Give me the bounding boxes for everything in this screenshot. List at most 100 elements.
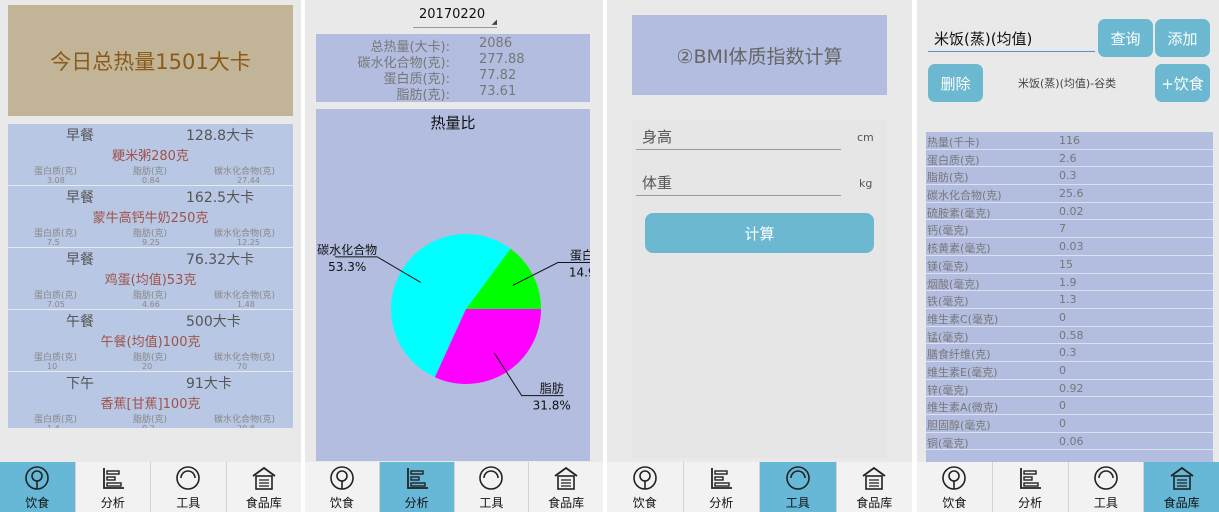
nutrient-name: 碳水化合物(克) [927,189,1002,203]
meal-food: 蒙牛高钙牛奶250克 [92,211,209,226]
date-value: 20170220 [419,7,486,22]
query-button[interactable]: 查询 [1098,19,1153,57]
food-library-icon [252,466,276,490]
protein-value: 1.4 [47,424,60,428]
pie-slice-label: 碳水化合物 [317,242,377,257]
food-search-input[interactable]: 米饭(蒸)(均值) [928,20,1095,52]
nutrient-name: 热量(千卡) [927,136,980,149]
nutrient-name: 核黄素(毫克) [927,242,991,256]
nav-label: 食品库 [245,496,282,510]
nutrient-row: 维生素C(毫克) 0 [926,309,1213,327]
nutrient-value: 0 [1059,417,1066,430]
fat-value: 20 [142,362,153,371]
analysis-screen: 20170220 ◢ 总热量(大卡): 2086 碳水化合物(克): 277.88 蛋白… [305,0,603,512]
pie-slice-percent: 31.8% [533,399,571,413]
nav-tab-tools[interactable]: 工具 [1069,462,1145,512]
nav-label: 分析 [1018,496,1043,510]
nutrient-row: 胆固醇(毫克) 0 [926,415,1213,433]
nav-tab-food-library[interactable]: 食品库 [1144,462,1219,512]
nav-tab-analysis[interactable]: 分析 [379,462,455,512]
nutrient-name: 膳食纤维(克) [927,348,991,362]
nav-tab-tools[interactable]: 工具 [760,462,837,512]
pie-slice-percent: 14.9% [569,266,590,280]
food-category-label: 米饭(蒸)(均值)-谷类 [1018,77,1117,90]
nav-tab-tools[interactable]: 工具 [151,462,227,512]
tools-icon [479,466,504,490]
meal-food: 午餐(均值)100克 [100,335,201,350]
nutrient-row: 硫胺素(毫克) 0.02 [926,203,1213,221]
nutrient-row: 镁(毫克) 15 [926,256,1213,274]
weight-input[interactable]: 体重 [636,166,841,196]
carbs-value: 12.25 [237,238,260,247]
nutrient-row: 膳食纤维(克) 0.3 [926,344,1213,362]
meal-item[interactable]: 早餐 128.8大卡 粳米粥280克 蛋白质(克) 脂肪(克) 碳水化合物(克) 3.08 0… [8,124,293,186]
nav-tab-tools[interactable]: 工具 [455,462,530,512]
nutrient-name: 烟酸(毫克) [927,277,980,291]
nutrient-name: 锌(毫克) [927,383,969,397]
weight-placeholder: 体重 [642,174,673,192]
daily-calorie-banner: 今日总热量1501大卡 [8,5,293,116]
nutrient-name: 锰(毫克) [927,330,969,344]
tools-icon [785,466,810,490]
nutrient-name: 蛋白质(克) [927,153,980,167]
diet-icon [25,466,50,490]
meal-type: 午餐 [66,314,94,330]
analysis-icon [406,468,428,489]
bottom-nav: 饮食 分析 工具 食品库 [607,462,912,512]
nutrient-value: 0.3 [1059,346,1077,360]
nutrient-list[interactable]: 热量(千卡) 116 蛋白质(克) 2.6 脂肪(克) 0.3 碳水化合物(克) 25.6 硫胺… [926,132,1213,462]
meal-item[interactable]: 早餐 76.32大卡 鸡蛋(均值)53克 蛋白质(克) 脂肪(克) 碳水化合物(克) 7.0… [8,248,293,310]
nutrient-value: 0.92 [1059,381,1084,395]
food-library-screen: 米饭(蒸)(均值) 查询 添加 删除 米饭(蒸)(均值)-谷类 +饮食 热量(千… [917,0,1219,512]
calculate-button[interactable]: 计算 [645,213,874,253]
height-input[interactable]: 身高 [636,120,841,150]
nutrient-row: 锌(毫克) 0.92 [926,380,1213,398]
carbs-value: 70 [237,362,248,371]
nav-tab-diet[interactable]: 饮食 [917,462,993,512]
nutrient-value: 0 [1059,399,1066,413]
meal-calories: 128.8大卡 [186,128,255,144]
nav-tab-food-library[interactable]: 食品库 [529,462,603,512]
nav-tab-diet[interactable]: 饮食 [607,462,684,512]
delete-button[interactable]: 删除 [928,64,983,102]
nav-label: 饮食 [25,496,50,510]
analysis-icon [1020,468,1042,489]
diet-icon [330,466,354,490]
nav-tab-diet[interactable]: 饮食 [305,462,380,512]
nutrient-value: 1.9 [1059,275,1077,289]
food-library-icon [862,466,886,490]
nutrient-name: 胆固醇(毫克) [927,419,991,432]
dropdown-triangle-icon: ◢ [491,18,497,26]
nutrient-row: 铁(毫克) 1.3 [926,291,1213,309]
summary-row: 碳水化合物(克): 277.88 [316,52,590,71]
nutrient-name: 维生素E(毫克) [927,365,998,379]
date-select[interactable]: 20170220 ◢ [413,4,497,28]
meal-item[interactable]: 早餐 162.5大卡 蒙牛高钙牛奶250克 蛋白质(克) 脂肪(克) 碳水化合物(克) 7.… [8,186,293,248]
nav-label: 饮食 [329,496,354,510]
nutrient-value: 2.6 [1059,151,1077,165]
nav-tab-food-library[interactable]: 食品库 [837,462,913,512]
nutrient-row: 热量(千卡) 116 [926,132,1213,150]
nav-label: 分析 [709,496,734,510]
bottom-nav: 饮食 分析 工具 食品库 [0,462,301,512]
nav-label: 工具 [176,496,201,510]
add-to-diet-button[interactable]: +饮食 [1155,64,1210,102]
nav-tab-analysis[interactable]: 分析 [76,462,151,512]
nutrient-row: 维生素A(微克) 0 [926,397,1213,415]
bmi-title: ②BMI体质指数计算 [676,45,843,68]
nav-label: 食品库 [856,496,893,510]
nav-tab-analysis[interactable]: 分析 [993,462,1069,512]
meal-list[interactable]: 早餐 128.8大卡 粳米粥280克 蛋白质(克) 脂肪(克) 碳水化合物(克) 3.08 0… [8,124,293,428]
add-button[interactable]: 添加 [1155,19,1210,57]
protein-value: 10 [47,362,58,371]
nav-tab-diet[interactable]: 饮食 [0,462,76,512]
meal-calories: 500大卡 [186,314,241,330]
nav-label: 食品库 [548,496,585,510]
nutrient-value: 15 [1059,257,1073,271]
nav-tab-analysis[interactable]: 分析 [684,462,760,512]
meal-item[interactable]: 下午91大卡香蕉[甘蕉]100克蛋白质(克)脂肪(克)碳水化合物(克)1.40.… [8,372,293,428]
summary-row: 总热量(大卡): 2086 [316,36,590,55]
meal-item[interactable]: 午餐 500大卡 午餐(均值)100克 蛋白质(克) 脂肪(克) 碳水化合物(克) 10 20… [8,310,293,372]
nav-tab-food-library[interactable]: 食品库 [227,462,302,512]
fat-value: 9.25 [142,238,160,247]
